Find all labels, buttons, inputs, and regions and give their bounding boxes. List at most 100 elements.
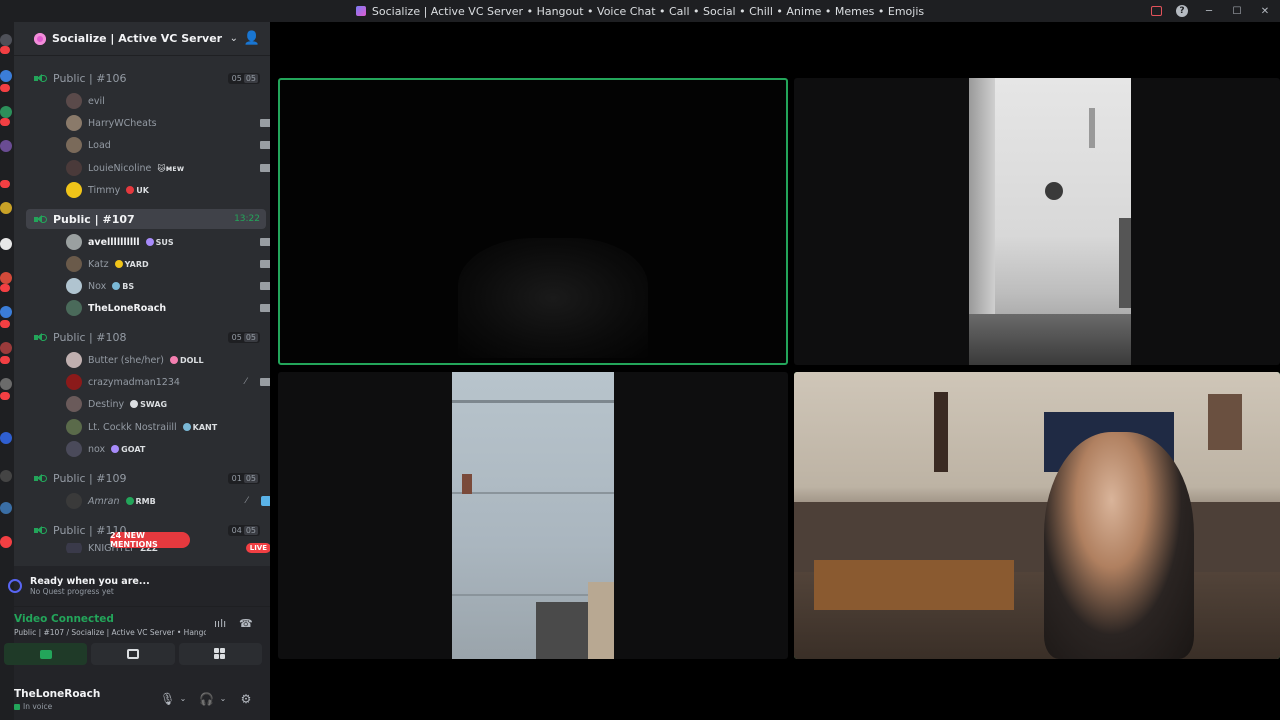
activities-button[interactable] bbox=[178, 643, 262, 665]
video-feed bbox=[794, 372, 1280, 659]
chevron-down-icon[interactable]: ⌄ bbox=[216, 692, 230, 706]
member-tag: RMB bbox=[125, 497, 156, 506]
chevron-down-icon[interactable]: ⌄ bbox=[176, 692, 190, 706]
user-status-text: In voice bbox=[23, 702, 53, 711]
voice-member[interactable]: Timmy UK bbox=[66, 180, 270, 200]
noise-suppression-icon[interactable]: ıılı bbox=[214, 617, 228, 631]
server-icon[interactable] bbox=[0, 378, 12, 390]
voice-channel-106[interactable]: Public | #106 05 05 bbox=[26, 68, 266, 88]
settings-gear-icon[interactable]: ⚙ bbox=[239, 692, 253, 706]
screen-share-button[interactable] bbox=[91, 643, 175, 665]
voice-member[interactable]: LouieNicoline 🐱ᴍᴇᴡ bbox=[66, 158, 270, 178]
server-icon[interactable] bbox=[0, 140, 12, 152]
camera-icon bbox=[260, 304, 270, 312]
server-icon[interactable] bbox=[0, 470, 12, 482]
add-member-icon[interactable]: 👤 bbox=[244, 31, 260, 47]
channel-name: Public | #107 bbox=[53, 212, 135, 226]
server-icon[interactable] bbox=[0, 306, 12, 318]
member-tag: BS bbox=[112, 282, 134, 291]
camera-icon bbox=[260, 164, 270, 172]
disconnect-icon[interactable]: ☎ bbox=[239, 617, 253, 631]
window-title-text: Socialize | Active VC Server • Hangout •… bbox=[371, 4, 925, 18]
voice-member[interactable]: evil bbox=[66, 91, 270, 111]
avatar bbox=[66, 300, 82, 316]
server-icon[interactable] bbox=[0, 238, 12, 250]
voice-member[interactable]: Destiny SWAG bbox=[66, 394, 270, 414]
chevron-down-icon: ⌄ bbox=[229, 33, 238, 44]
avatar bbox=[66, 160, 82, 176]
member-tag: DOLL bbox=[169, 356, 204, 365]
server-icon[interactable] bbox=[0, 202, 12, 214]
voice-channel-107[interactable]: Public | #107 13:22 bbox=[26, 209, 266, 229]
server-header[interactable]: Socialize | Active VC Server • Han... ⌄ … bbox=[14, 22, 270, 56]
avatar bbox=[66, 278, 82, 294]
minimize-icon[interactable]: ─ bbox=[1202, 4, 1216, 18]
unread-badge bbox=[0, 320, 10, 328]
member-tag: SWAG bbox=[130, 400, 167, 409]
server-icon[interactable] bbox=[0, 106, 12, 118]
video-feed bbox=[452, 372, 614, 659]
voice-member[interactable]: Butter (she/her) DOLL bbox=[66, 350, 270, 370]
video-tile[interactable] bbox=[278, 372, 788, 659]
server-icon[interactable] bbox=[0, 342, 12, 354]
avatar bbox=[66, 234, 82, 250]
video-tile[interactable] bbox=[794, 78, 1280, 365]
channel-name: Public | #108 bbox=[53, 330, 127, 344]
headphones-icon[interactable]: 🎧 bbox=[199, 692, 214, 706]
server-name: Socialize | Active VC Server • Han... bbox=[52, 32, 224, 45]
avatar bbox=[66, 374, 82, 390]
quest-banner[interactable]: Ready when you are... No Quest progress … bbox=[8, 566, 270, 606]
avatar bbox=[66, 441, 82, 457]
voice-member[interactable]: Katz YARD bbox=[66, 254, 270, 274]
camera-icon bbox=[260, 282, 270, 290]
user-count-badge: 05 05 bbox=[227, 331, 260, 343]
title-bar: Socialize | Active VC Server • Hangout •… bbox=[0, 0, 1280, 22]
server-icon[interactable] bbox=[0, 34, 12, 46]
voice-member[interactable]: crazymadman1234 ⁄ bbox=[66, 372, 270, 392]
user-limit: 05 bbox=[243, 525, 258, 535]
voice-channel-path[interactable]: Public | #107 / Socialize | Active VC Se… bbox=[14, 628, 206, 637]
camera-toggle-button[interactable] bbox=[4, 643, 88, 665]
inbox-icon[interactable] bbox=[1151, 6, 1162, 16]
voice-member[interactable]: avellllllllll SUS bbox=[66, 232, 270, 252]
microphone-icon[interactable]: 🎙 bbox=[160, 692, 175, 706]
server-icon[interactable] bbox=[0, 502, 12, 514]
server-rail bbox=[0, 22, 14, 720]
avatar bbox=[66, 396, 82, 412]
maximize-icon[interactable]: ☐ bbox=[1230, 4, 1244, 18]
member-name: HarryWCheats bbox=[88, 117, 157, 129]
emoji-icon bbox=[114, 260, 123, 268]
voice-member[interactable]: Nox BS bbox=[66, 276, 270, 296]
help-icon[interactable]: ? bbox=[1176, 5, 1188, 17]
avatar bbox=[66, 93, 82, 109]
voice-member[interactable]: Load bbox=[66, 135, 270, 155]
avatar bbox=[66, 419, 82, 435]
voice-member[interactable]: TheLoneRoach bbox=[66, 298, 270, 318]
server-icon[interactable] bbox=[0, 536, 12, 548]
server-icon[interactable] bbox=[0, 70, 12, 82]
server-icon[interactable] bbox=[0, 432, 12, 444]
avatar bbox=[66, 543, 82, 553]
voice-member[interactable]: nox GOAT bbox=[66, 439, 270, 459]
user-limit: 05 bbox=[243, 73, 258, 83]
username[interactable]: TheLoneRoach bbox=[14, 688, 100, 700]
server-icon[interactable] bbox=[0, 272, 12, 284]
member-tag-text: UK bbox=[136, 185, 149, 195]
channel-name: Public | #106 bbox=[53, 71, 127, 85]
muted-mic-icon: ⁄ bbox=[245, 377, 247, 387]
close-icon[interactable]: ✕ bbox=[1258, 4, 1272, 18]
voice-member[interactable]: Amran RMB ⁄ bbox=[66, 491, 270, 511]
call-timer: 13:22 bbox=[234, 214, 260, 224]
member-name: avellllllllll bbox=[88, 236, 140, 248]
member-tag-text: BS bbox=[122, 281, 135, 291]
voice-channel-108[interactable]: Public | #108 05 05 bbox=[26, 327, 266, 347]
muted-mic-icon: ⁄ bbox=[246, 496, 248, 506]
user-status: In voice bbox=[14, 702, 52, 711]
member-name: nox bbox=[88, 443, 106, 455]
voice-member[interactable]: Lt. Cockk Nostraiill KANT bbox=[66, 417, 270, 437]
voice-channel-109[interactable]: Public | #109 01 05 bbox=[26, 468, 266, 488]
video-tile[interactable] bbox=[794, 372, 1280, 659]
voice-member[interactable]: HarryWCheats bbox=[66, 113, 270, 133]
new-mentions-pill[interactable]: 24 NEW MENTIONS bbox=[110, 531, 190, 549]
video-tile[interactable] bbox=[278, 78, 788, 365]
